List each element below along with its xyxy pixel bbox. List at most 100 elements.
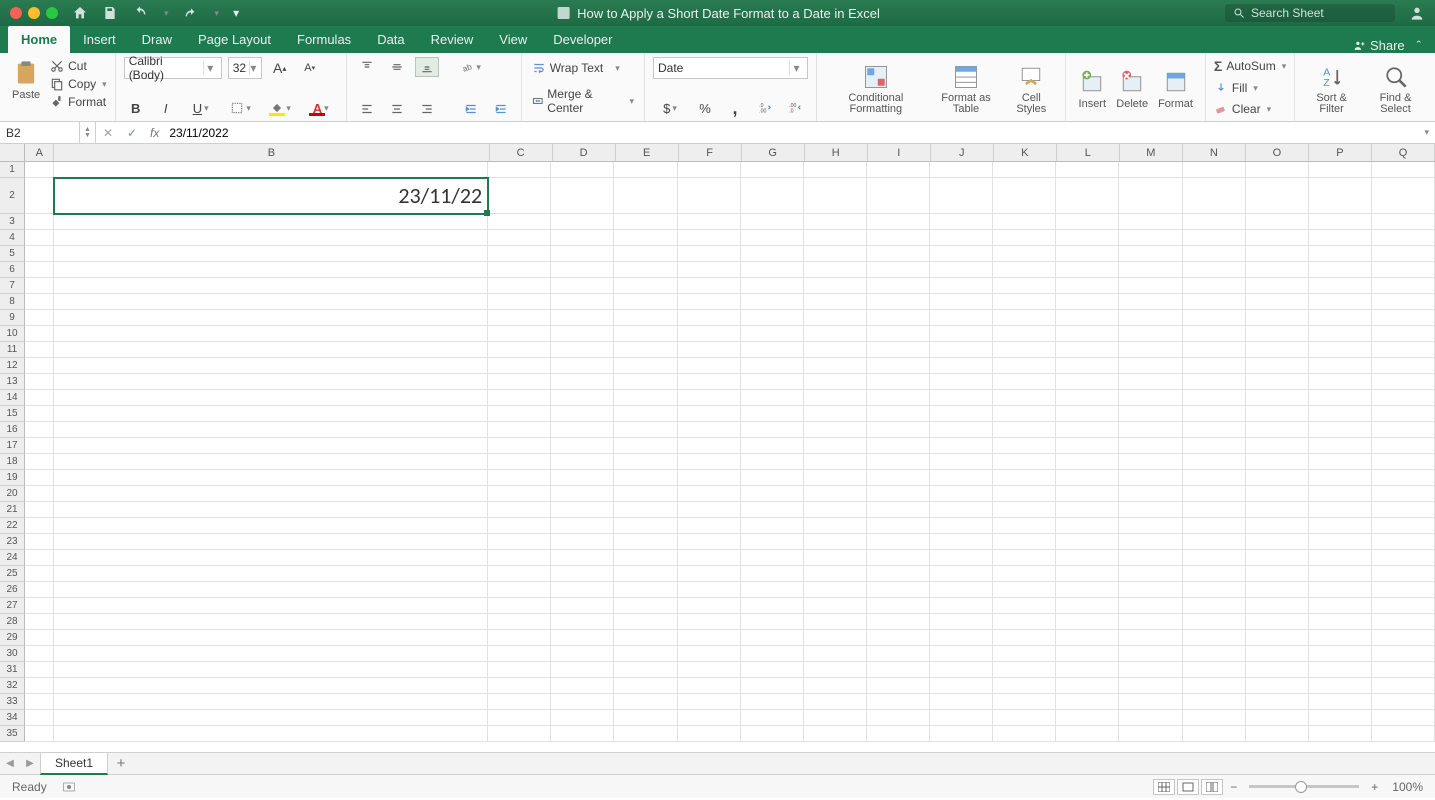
cell[interactable] <box>804 566 867 582</box>
cell[interactable] <box>1309 406 1372 422</box>
column-header[interactable]: A <box>25 144 54 161</box>
cell[interactable] <box>54 342 488 358</box>
cell[interactable] <box>1183 614 1246 630</box>
cell[interactable] <box>54 566 488 582</box>
cell[interactable] <box>614 566 677 582</box>
cell[interactable] <box>1372 662 1435 678</box>
cell[interactable] <box>1119 630 1182 646</box>
cell[interactable] <box>25 454 54 470</box>
cell[interactable] <box>488 662 551 678</box>
cell[interactable] <box>678 390 741 406</box>
column-header[interactable]: M <box>1120 144 1183 161</box>
row-header[interactable]: 4 <box>0 230 25 246</box>
cell[interactable] <box>867 342 930 358</box>
cell[interactable] <box>993 162 1056 178</box>
cell[interactable] <box>614 178 677 214</box>
name-box-stepper[interactable]: ▲▼ <box>80 122 96 143</box>
cell[interactable] <box>1056 230 1119 246</box>
cell[interactable] <box>1372 438 1435 454</box>
cell[interactable] <box>1309 246 1372 262</box>
tab-view[interactable]: View <box>486 26 540 53</box>
cell[interactable] <box>993 438 1056 454</box>
cell[interactable] <box>678 178 741 214</box>
cell[interactable] <box>1183 278 1246 294</box>
undo-dropdown[interactable]: ▾ <box>162 8 169 19</box>
cell[interactable] <box>1183 582 1246 598</box>
cell[interactable] <box>488 422 551 438</box>
cell[interactable] <box>1309 422 1372 438</box>
cell[interactable] <box>1372 678 1435 694</box>
format-painter-button[interactable]: Format <box>50 93 107 111</box>
cell[interactable] <box>1056 630 1119 646</box>
cell[interactable] <box>867 178 930 214</box>
tab-insert[interactable]: Insert <box>70 26 129 53</box>
cell[interactable] <box>1183 694 1246 710</box>
cell[interactable] <box>867 726 930 742</box>
cell[interactable] <box>867 662 930 678</box>
cell[interactable] <box>930 486 993 502</box>
cell[interactable] <box>614 214 677 230</box>
cell[interactable] <box>678 358 741 374</box>
minimize-window[interactable] <box>28 7 40 19</box>
share-button[interactable]: Share <box>1353 38 1404 53</box>
cell[interactable] <box>1183 550 1246 566</box>
column-header[interactable]: O <box>1246 144 1309 161</box>
cell[interactable] <box>1246 438 1309 454</box>
cell[interactable] <box>614 502 677 518</box>
cell[interactable] <box>1309 310 1372 326</box>
cell[interactable] <box>1246 726 1309 742</box>
cell[interactable] <box>54 406 488 422</box>
cell[interactable] <box>1372 630 1435 646</box>
cell[interactable] <box>551 470 614 486</box>
cell[interactable] <box>54 326 488 342</box>
cell[interactable] <box>741 230 804 246</box>
cell[interactable] <box>741 454 804 470</box>
cell[interactable] <box>54 310 488 326</box>
cell[interactable] <box>1246 278 1309 294</box>
cell[interactable] <box>804 486 867 502</box>
cell[interactable] <box>1119 162 1182 178</box>
cell[interactable] <box>25 630 54 646</box>
font-size-select[interactable]: 32▾ <box>228 57 262 79</box>
cell[interactable]: 23/11/22 <box>54 178 488 214</box>
cell[interactable] <box>551 406 614 422</box>
bold-button[interactable]: B <box>124 97 148 119</box>
cell[interactable] <box>993 342 1056 358</box>
cell[interactable] <box>1056 502 1119 518</box>
cell[interactable] <box>1372 294 1435 310</box>
cell[interactable] <box>930 502 993 518</box>
fill-color-button[interactable]: ▾ <box>264 97 298 119</box>
cell[interactable] <box>488 294 551 310</box>
cell[interactable] <box>488 310 551 326</box>
cell[interactable] <box>867 230 930 246</box>
cell[interactable] <box>867 326 930 342</box>
cell[interactable] <box>1372 710 1435 726</box>
cell[interactable] <box>25 294 54 310</box>
cell[interactable] <box>1056 342 1119 358</box>
cell[interactable] <box>54 550 488 566</box>
cell[interactable] <box>867 422 930 438</box>
cell[interactable] <box>804 342 867 358</box>
column-header[interactable]: K <box>994 144 1057 161</box>
cell[interactable] <box>488 230 551 246</box>
cell[interactable] <box>1246 630 1309 646</box>
cell[interactable] <box>1056 582 1119 598</box>
cell[interactable] <box>930 454 993 470</box>
cell[interactable] <box>930 598 993 614</box>
cell[interactable] <box>1119 470 1182 486</box>
row-header[interactable]: 28 <box>0 614 25 630</box>
cell[interactable] <box>804 598 867 614</box>
cell[interactable] <box>25 694 54 710</box>
cell[interactable] <box>1246 518 1309 534</box>
cell[interactable] <box>1246 470 1309 486</box>
cell[interactable] <box>488 246 551 262</box>
cell[interactable] <box>1309 694 1372 710</box>
cell[interactable] <box>678 294 741 310</box>
cell[interactable] <box>1056 486 1119 502</box>
column-header[interactable]: L <box>1057 144 1120 161</box>
cell[interactable] <box>1309 358 1372 374</box>
cell[interactable] <box>488 438 551 454</box>
underline-button[interactable]: U▾ <box>184 97 218 119</box>
cell[interactable] <box>614 246 677 262</box>
cell[interactable] <box>1183 342 1246 358</box>
